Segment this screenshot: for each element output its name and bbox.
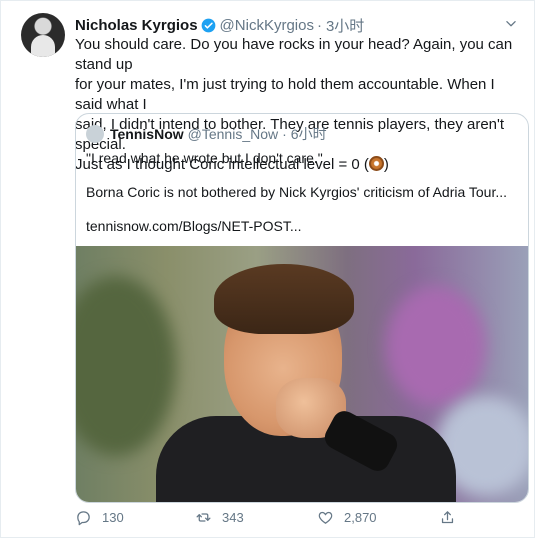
quoted-tweet-header: TennisNow @Tennis_Now · 6小时 [86,124,327,144]
quoted-author-name: TennisNow [110,126,184,142]
quoted-text-line: Borna Coric is not bothered by Nick Kyrg… [86,184,508,200]
quoted-tweet-time: 6小时 [290,126,327,142]
retweet-button[interactable]: 343 [195,509,244,526]
tweet-time[interactable]: 3小时 [326,15,364,36]
author-name[interactable]: Nicholas Kyrgios [75,17,198,34]
share-icon [441,511,454,524]
quoted-text-line: "I read what he wrote but I don't care." [86,150,323,166]
tweet-actions: 130 343 2,870 [75,509,475,529]
player-hair [214,264,354,334]
like-button[interactable]: 2,870 [317,509,377,526]
chevron-down-icon[interactable] [504,17,518,31]
tweet-header: Nicholas Kyrgios @NickKyrgios · 3小时 [75,15,518,35]
quoted-author-avatar [86,125,104,143]
quoted-link[interactable]: tennisnow.com/Blogs/NET-POST... [86,218,302,234]
verified-badge-icon [201,18,215,32]
share-button[interactable] [439,509,466,526]
reply-button[interactable]: 130 [75,509,124,526]
reply-count: 130 [102,510,124,525]
tweet-text-line: for your mates, I'm just trying to hold … [75,76,495,113]
tweet-card[interactable]: Nicholas Kyrgios @NickKyrgios · 3小时 You … [0,0,535,538]
quoted-tweet[interactable]: TennisNow @Tennis_Now · 6小时 "I read what… [75,113,529,503]
retweet-count: 343 [222,510,244,525]
author-handle[interactable]: @NickKyrgios [220,17,314,34]
quoted-photo[interactable] [76,246,528,502]
retweet-icon [196,513,211,522]
like-count: 2,870 [344,510,377,525]
like-icon [318,511,333,524]
quoted-author-handle: @Tennis_Now [187,126,279,142]
tweet-text-line: You should care. Do you have rocks in yo… [75,36,513,73]
reply-icon [77,511,90,526]
separator-dot: · [316,16,322,34]
author-avatar[interactable] [21,13,65,57]
separator-dot: · [282,126,287,142]
